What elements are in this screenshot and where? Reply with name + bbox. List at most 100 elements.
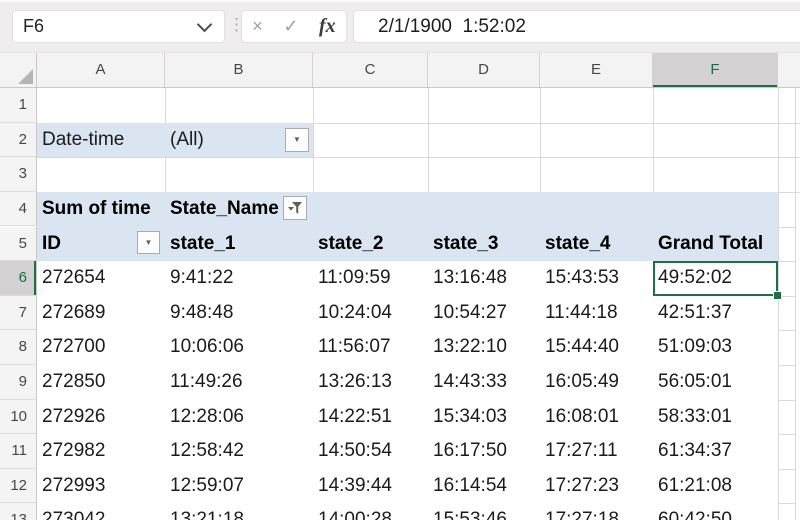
cell[interactable]: 16:17:50 (428, 434, 540, 469)
column-header-e[interactable]: E (540, 53, 653, 87)
cell[interactable]: 14:22:51 (313, 400, 428, 435)
cell[interactable]: 14:50:54 (313, 434, 428, 469)
cell[interactable]: 10:54:27 (428, 296, 540, 331)
cell[interactable]: 16:14:54 (428, 469, 540, 504)
insert-function-icon[interactable]: fx (319, 15, 336, 38)
dropdown-arrow-icon: ▼ (293, 135, 301, 144)
row-header-9[interactable]: 9 (0, 365, 37, 400)
cell[interactable]: 14:00:28 (313, 503, 428, 520)
cell[interactable]: 10:06:06 (165, 330, 313, 365)
cell[interactable]: 13:26:13 (313, 365, 428, 400)
cell[interactable]: 61:34:37 (653, 434, 778, 469)
name-box-value[interactable]: F6 (13, 16, 199, 37)
cell[interactable]: 14:43:33 (428, 365, 540, 400)
cell[interactable]: 272926 (37, 400, 165, 435)
cell[interactable]: 17:27:11 (540, 434, 653, 469)
row-header-10[interactable]: 10 (0, 400, 37, 435)
cell-d5-state3[interactable]: state_3 (428, 227, 540, 262)
cell[interactable]: 61:21:08 (653, 469, 778, 504)
cell[interactable]: 17:27:18 (540, 503, 653, 520)
cell-a2-filter-label[interactable]: Date-time (37, 123, 165, 158)
cell[interactable]: 16:05:49 (540, 365, 653, 400)
formula-bar-value: 2/1/1900 1:52:02 (354, 16, 526, 38)
cell-a4-pivot-title[interactable]: Sum of time (37, 192, 165, 227)
cell[interactable]: 15:44:40 (540, 330, 653, 365)
selected-cell-border[interactable] (653, 261, 778, 296)
cell-e5-state4[interactable]: state_4 (540, 227, 653, 262)
gridline (778, 227, 795, 228)
enter-icon[interactable]: ✓ (283, 16, 298, 37)
fill-handle[interactable] (773, 291, 782, 300)
cell[interactable]: 13:16:48 (428, 261, 540, 296)
cell[interactable]: 10:24:04 (313, 296, 428, 331)
filter-row: Date-time (All) (37, 123, 313, 158)
row-header-13[interactable]: 13 (0, 503, 37, 520)
cell[interactable]: 272689 (37, 296, 165, 331)
row-header-3[interactable]: 3 (0, 157, 37, 192)
cell[interactable]: 272982 (37, 434, 165, 469)
cell[interactable]: 42:51:37 (653, 296, 778, 331)
cell[interactable]: 58:33:01 (653, 400, 778, 435)
cell[interactable]: 9:48:48 (165, 296, 313, 331)
table-row: 273042 13:21:18 14:00:28 15:53:46 17:27:… (37, 503, 778, 520)
cell[interactable]: 273042 (37, 503, 165, 520)
row-header-2[interactable]: 2 (0, 123, 37, 158)
select-all-corner[interactable] (0, 53, 37, 87)
gridline (37, 157, 800, 158)
cell[interactable]: 15:43:53 (540, 261, 653, 296)
row-header-8[interactable]: 8 (0, 330, 37, 365)
column-header-f-selected[interactable]: F (653, 53, 778, 87)
cell[interactable]: 60:42:50 (653, 503, 778, 520)
column-header-c[interactable]: C (313, 53, 428, 87)
cell[interactable]: 56:05:01 (653, 365, 778, 400)
table-row: 272982 12:58:42 14:50:54 16:17:50 17:27:… (37, 434, 778, 469)
cancel-icon[interactable]: × (252, 16, 263, 37)
id-dropdown-button[interactable]: ▼ (137, 231, 160, 254)
gridline (778, 330, 795, 331)
formula-bar-input[interactable]: 2/1/1900 1:52:02 (353, 10, 800, 43)
cell[interactable]: 272654 (37, 261, 165, 296)
cell[interactable]: 13:22:10 (428, 330, 540, 365)
column-header-a[interactable]: A (37, 53, 165, 87)
chevron-down-icon[interactable] (197, 17, 213, 33)
gridline (428, 88, 429, 192)
dropdown-arrow-icon: ▼ (145, 238, 153, 247)
cell[interactable]: 272993 (37, 469, 165, 504)
row-header-5[interactable]: 5 (0, 227, 37, 262)
state-name-filter-button[interactable] (283, 196, 307, 220)
cell[interactable]: 11:56:07 (313, 330, 428, 365)
row-header-7[interactable]: 7 (0, 296, 37, 331)
cell[interactable]: 17:27:23 (540, 469, 653, 504)
cell[interactable]: 15:53:46 (428, 503, 540, 520)
name-box[interactable]: F6 (12, 10, 225, 43)
column-header-g-sliver[interactable] (778, 53, 799, 87)
cell[interactable]: 12:28:06 (165, 400, 313, 435)
cell[interactable]: 15:34:03 (428, 400, 540, 435)
cell[interactable]: 272700 (37, 330, 165, 365)
cell[interactable]: 11:09:59 (313, 261, 428, 296)
cell-b5-state1[interactable]: state_1 (165, 227, 313, 262)
filter-dropdown-button[interactable]: ▼ (285, 128, 309, 152)
row-header-6-selected[interactable]: 6 (0, 261, 37, 296)
cell[interactable]: 14:39:44 (313, 469, 428, 504)
cell[interactable]: 16:08:01 (540, 400, 653, 435)
row-header-11[interactable]: 11 (0, 434, 37, 469)
row-header-4[interactable]: 4 (0, 192, 37, 227)
gridline (778, 400, 795, 401)
cell-c5-state2[interactable]: state_2 (313, 227, 428, 262)
cell[interactable]: 12:58:42 (165, 434, 313, 469)
cell[interactable]: 51:09:03 (653, 330, 778, 365)
gridline (313, 88, 314, 192)
cell[interactable]: 11:49:26 (165, 365, 313, 400)
cell[interactable]: 272850 (37, 365, 165, 400)
row-header-12[interactable]: 12 (0, 469, 37, 504)
cell-f5-grand-total[interactable]: Grand Total (653, 227, 778, 262)
cell[interactable]: 11:44:18 (540, 296, 653, 331)
column-header-d[interactable]: D (428, 53, 540, 87)
column-header-b[interactable]: B (165, 53, 313, 87)
table-row: 272700 10:06:06 11:56:07 13:22:10 15:44:… (37, 330, 778, 365)
cell[interactable]: 12:59:07 (165, 469, 313, 504)
row-header-1[interactable]: 1 (0, 88, 37, 123)
cell[interactable]: 9:41:22 (165, 261, 313, 296)
cell[interactable]: 13:21:18 (165, 503, 313, 520)
